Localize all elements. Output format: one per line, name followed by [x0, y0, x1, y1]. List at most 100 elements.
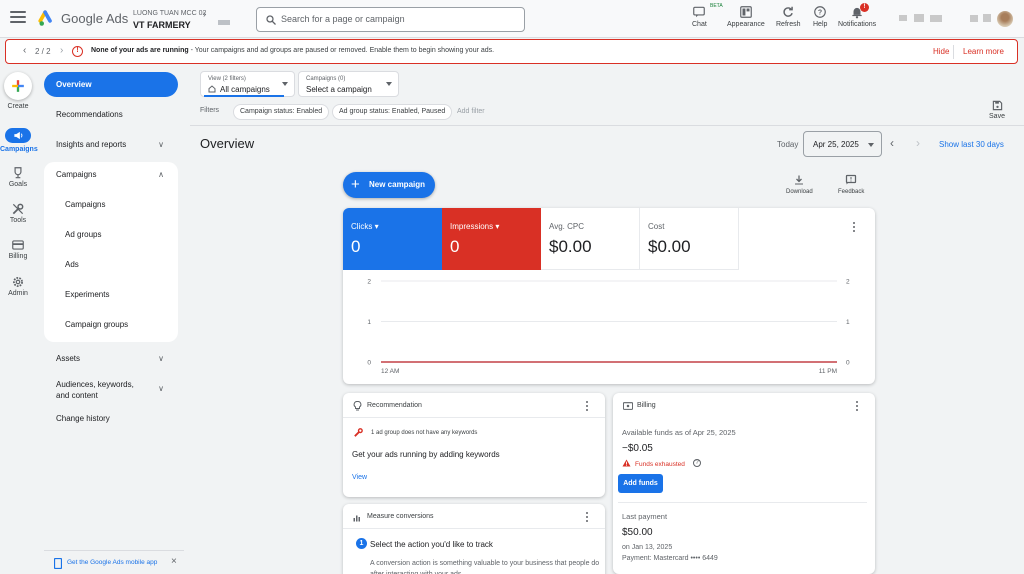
appearance-icon [740, 6, 752, 18]
chat-button[interactable]: Chat [692, 5, 707, 28]
avatar[interactable] [997, 11, 1013, 27]
metric-label: Avg. CPC [549, 222, 584, 231]
refresh-button[interactable]: Refresh [776, 5, 801, 28]
rail-item-goals[interactable]: Goals [0, 166, 36, 188]
feedback-label: Feedback [838, 189, 865, 195]
save-label: Save [989, 113, 1005, 120]
page-title: Overview [200, 136, 255, 151]
nav-item-insights[interactable]: Insights and reports ∨ [44, 140, 178, 149]
help-button[interactable]: ? Help [813, 5, 827, 28]
search-input[interactable]: Search for a page or campaign [256, 7, 525, 32]
chevron-right-icon[interactable]: › [203, 9, 206, 20]
appearance-button[interactable]: Appearance [727, 5, 765, 28]
chevron-down-icon: ∨ [158, 354, 164, 363]
hide-alert-link[interactable]: Hide [933, 47, 949, 56]
help-icon: ? [814, 6, 827, 18]
new-campaign-button[interactable]: + New campaign [343, 172, 435, 198]
rail-label-tools: Tools [9, 217, 27, 224]
learn-more-link[interactable]: Learn more [963, 47, 1004, 56]
metric-impressions[interactable]: Impressions ▾ 0 [442, 208, 541, 270]
credit-card-icon [12, 240, 24, 250]
view-selector[interactable]: View (2 filters) All campaigns [200, 71, 295, 97]
google-ads-logo[interactable] [38, 10, 56, 28]
today-label: Today [777, 140, 799, 149]
date-prev-icon[interactable]: ‹ [890, 136, 894, 150]
notification-badge: ! [860, 3, 869, 12]
date-value: Apr 25, 2025 [813, 140, 859, 149]
dropdown-arrow-icon [282, 82, 288, 86]
notifications-button[interactable]: Notifications [838, 5, 876, 28]
show-last-30-days-link[interactable]: Show last 30 days [939, 140, 1004, 149]
card-title: Measure conversions [367, 513, 434, 520]
download-button[interactable]: Download [786, 174, 813, 195]
nav-subitem-campaign-groups[interactable]: Campaign groups [44, 320, 178, 329]
rail-item-billing[interactable]: Billing [0, 238, 36, 260]
plus-icon: + [351, 176, 360, 193]
create-button[interactable] [4, 72, 32, 100]
last-payment-label: Last payment [622, 512, 668, 521]
chevron-up-icon: ∧ [158, 170, 164, 179]
rail-item-campaigns[interactable]: Campaigns [0, 130, 38, 153]
date-next-icon[interactable]: › [916, 136, 920, 150]
nav-item-recommendations[interactable]: Recommendations [44, 110, 178, 119]
chevron-left-icon[interactable]: ‹ [23, 45, 26, 56]
account-manager-name[interactable]: LUONG TUAN MCC 02 [133, 10, 206, 17]
metric-label: Clicks ▾ [351, 222, 379, 231]
metric-avg-cpc[interactable]: Avg. CPC $0.00 [541, 208, 640, 270]
nav-label-assets: Assets [56, 354, 81, 363]
nav-item-assets[interactable]: Assets ∨ [44, 354, 178, 363]
funds-warning: Funds exhausted [635, 461, 685, 468]
nav-item-audiences[interactable]: Audiences, keywords, and content ∨ [44, 379, 178, 401]
filter-chip-ad-group-status[interactable]: Ad group status: Enabled, Paused [332, 104, 453, 120]
download-label: Download [786, 189, 813, 195]
nav-item-change-history[interactable]: Change history [44, 414, 178, 423]
rail-label-goals: Goals [8, 181, 28, 188]
metric-clicks[interactable]: Clicks ▾ 0 [343, 208, 442, 270]
alert-counter: 2 / 2 [35, 47, 51, 56]
menu-icon[interactable] [10, 11, 26, 25]
chevron-right-icon[interactable]: › [60, 45, 63, 56]
rail-item-admin[interactable]: Admin [0, 275, 36, 297]
step-title: Select the action you'd like to track [370, 540, 493, 549]
billing-card: Billing Available funds as of Apr 25, 20… [613, 393, 875, 574]
dropdown-arrow-icon [868, 143, 874, 147]
available-funds-value: −$0.05 [622, 443, 653, 454]
more-options-icon[interactable] [856, 401, 859, 413]
megaphone-icon [13, 131, 22, 140]
add-filter-button[interactable]: Add filter [457, 108, 485, 115]
svg-text:?: ? [818, 10, 822, 17]
more-options-icon[interactable] [586, 512, 589, 524]
nav-subitem-ad-groups[interactable]: Ad groups [44, 230, 178, 239]
view-link[interactable]: View [352, 474, 367, 481]
refresh-label: Refresh [776, 21, 801, 28]
download-icon [795, 175, 804, 185]
account-name[interactable]: VT FARMERY [133, 20, 191, 30]
nav-subitem-experiments[interactable]: Experiments [44, 290, 178, 299]
close-icon[interactable]: × [171, 556, 177, 567]
rail-item-tools[interactable]: Tools [0, 202, 36, 224]
info-icon[interactable]: ? [693, 459, 701, 467]
add-funds-button[interactable]: Add funds [618, 474, 663, 493]
account-id-redacted [218, 20, 230, 25]
date-picker[interactable]: Apr 25, 2025 [803, 131, 882, 157]
metric-label: Cost [648, 222, 665, 231]
available-funds-label: Available funds as of Apr 25, 2025 [622, 428, 736, 437]
refresh-icon [783, 6, 794, 17]
campaign-selector[interactable]: Campaigns (0) Select a campaign [298, 71, 399, 97]
save-button[interactable]: Save [985, 100, 1009, 120]
nav-label-audiences: Audiences, keywords, and content [56, 380, 134, 400]
metric-cost[interactable]: Cost $0.00 [640, 208, 739, 270]
nav-item-campaigns[interactable]: Campaigns ∧ [44, 170, 178, 179]
nav-label-campaigns: Campaigns [56, 170, 97, 179]
performance-card: Clicks ▾ 0 Impressions ▾ 0 Avg. CPC $0.0… [343, 208, 875, 384]
mobile-app-link[interactable]: Get the Google Ads mobile app [67, 559, 157, 566]
step-description: A conversion action is something valuabl… [370, 560, 600, 574]
nav-subitem-ads[interactable]: Ads [44, 260, 178, 269]
nav-item-overview[interactable]: Overview [44, 72, 178, 97]
filter-chip-campaign-status[interactable]: Campaign status: Enabled [233, 104, 330, 120]
more-options-icon[interactable] [853, 222, 856, 234]
chevron-down-icon: ∨ [158, 140, 164, 149]
more-options-icon[interactable] [586, 401, 589, 413]
nav-subitem-campaigns[interactable]: Campaigns [44, 200, 178, 209]
feedback-button[interactable]: Feedback [838, 174, 864, 195]
